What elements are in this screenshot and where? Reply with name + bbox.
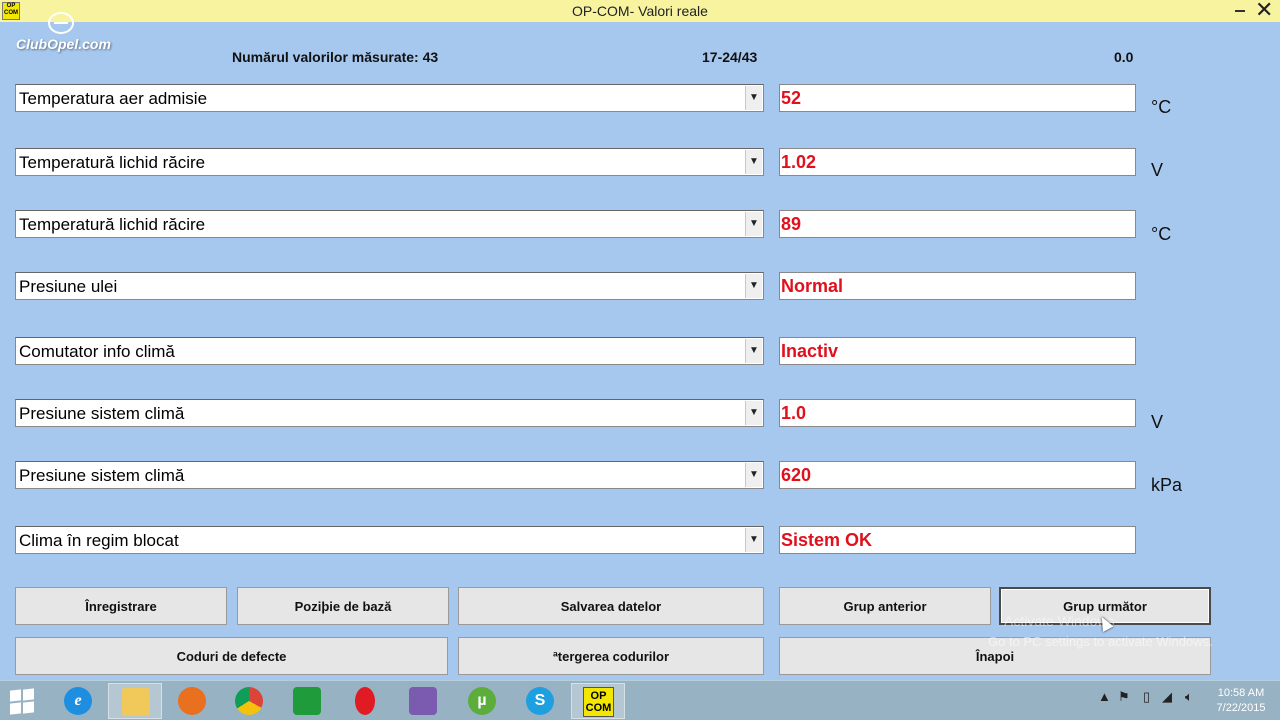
value-field-8: Sistem OK [779,526,1136,554]
save-data-button[interactable]: Salvarea datelor [458,587,764,625]
parameter-select-8[interactable]: Clima în regim blocat ▼ [15,526,764,554]
value-text: Sistem OK [781,530,873,550]
value-field-7: 620 [779,461,1136,489]
opel-logo-icon [48,12,74,34]
unit-label: V [1151,160,1164,180]
value-field-4: Normal [779,272,1136,300]
parameter-select-6[interactable]: Presiune sistem climă ▼ [15,399,764,427]
opera-icon [355,687,375,715]
value-field-2: 1.02 [779,148,1136,176]
fault-codes-button[interactable]: Coduri de defecte [15,637,448,675]
record-button[interactable]: Înregistrare [15,587,227,625]
show-hidden-icons-icon[interactable]: ▲ [1098,689,1111,704]
activate-windows-notice: Go to PC settings to activate Windows. [988,634,1213,649]
chevron-down-icon[interactable]: ▼ [745,463,762,487]
value-text: 52 [781,88,802,108]
taskbar-skype[interactable]: S [513,683,567,719]
skype-icon: S [526,687,554,715]
visual-studio-icon [409,687,437,715]
base-position-button[interactable]: Poziþie de bază [237,587,449,625]
store-icon [293,687,321,715]
value-field-6: 1.0 [779,399,1136,427]
value-text: 1.02 [781,152,817,172]
internet-explorer-icon: e [64,687,92,715]
volume-icon[interactable]: 🔈︎ [1185,689,1193,705]
taskbar-opera[interactable] [338,683,392,719]
clear-codes-button[interactable]: ªtergerea codurilor [458,637,764,675]
firefox-icon [178,687,206,715]
clock-time: 10:58 AM [1217,687,1265,699]
chevron-down-icon[interactable]: ▼ [745,401,762,425]
minimize-icon[interactable] [1235,10,1245,12]
opcom-icon-label-bottom: COM [585,702,612,714]
taskbar-visual-studio[interactable] [396,683,450,719]
measured-values-count: Numărul valorilor măsurate: 43 [232,49,439,65]
parameter-select-1[interactable]: Temperatura aer admisie ▼ [15,84,764,112]
utorrent-icon: µ [468,687,496,715]
parameter-name: Clima în regim blocat [19,531,179,550]
clock-date: 7/22/2015 [1216,702,1266,714]
taskbar-utorrent[interactable]: µ [455,683,509,719]
header-value: 0.0 [1114,49,1134,65]
start-button[interactable] [10,688,36,715]
chrome-icon [235,687,263,715]
parameter-name: Temperatură lichid răcire [19,215,206,234]
action-center-flag-icon[interactable]: ⚑ [1118,689,1130,705]
previous-group-button[interactable]: Grup anterior [779,587,991,625]
battery-icon[interactable]: ▯ [1143,689,1150,705]
taskbar: e µ S OP COM ▲ ⚑ ▯ ◢ 🔈︎ 10:58 AM 7/22/20… [0,680,1280,720]
value-field-1: 52 [779,84,1136,112]
taskbar-internet-explorer[interactable]: e [51,683,105,719]
network-icon[interactable]: ◢ [1162,689,1172,705]
unit-label: V [1151,412,1164,432]
chevron-down-icon[interactable]: ▼ [745,274,762,298]
value-text: Inactiv [781,341,839,361]
taskbar-store[interactable] [280,683,334,719]
taskbar-opcom[interactable]: OP COM [571,683,625,719]
taskbar-firefox[interactable] [165,683,219,719]
folder-icon [122,688,150,716]
chevron-down-icon[interactable]: ▼ [745,86,762,110]
chevron-down-icon[interactable]: ▼ [745,528,762,552]
parameter-name: Comutator info climă [19,342,175,361]
value-field-3: 89 [779,210,1136,238]
value-text: 620 [781,465,812,485]
parameter-name: Temperatură lichid răcire [19,153,206,172]
value-text: Normal [781,276,844,296]
parameter-name: Presiune ulei [19,277,118,296]
close-icon[interactable]: ✕ [1255,0,1273,23]
taskbar-chrome[interactable] [222,683,276,719]
parameter-select-2[interactable]: Temperatură lichid răcire ▼ [15,148,764,176]
window-title: OP-COM- Valori reale [572,3,708,19]
value-field-5: Inactiv [779,337,1136,365]
parameter-name: Temperatura aer admisie [19,89,208,108]
parameter-select-4[interactable]: Presiune ulei ▼ [15,272,764,300]
opcom-icon-label-top: OP [590,690,607,702]
parameter-select-5[interactable]: Comutator info climă ▼ [15,337,764,365]
taskbar-file-explorer[interactable] [108,683,162,719]
unit-label: °C [1151,224,1172,244]
parameter-name: Presiune sistem climă [19,466,185,485]
clock[interactable]: 10:58 AM 7/22/2015 [1212,686,1270,716]
parameter-select-7[interactable]: Presiune sistem climă ▼ [15,461,764,489]
parameter-select-3[interactable]: Temperatură lichid răcire ▼ [15,210,764,238]
unit-label: kPa [1151,475,1183,495]
chevron-down-icon[interactable]: ▼ [745,212,762,236]
chevron-down-icon[interactable]: ▼ [745,150,762,174]
title-bar: OP COM OP-COM- Valori reale ✕ [0,0,1280,22]
chevron-down-icon[interactable]: ▼ [745,339,762,363]
group-range: 17-24/43 [702,49,758,65]
value-text: 1.0 [781,403,807,423]
unit-label: °C [1151,97,1172,117]
parameter-name: Presiune sistem climă [19,404,185,423]
opcom-icon: OP COM [583,687,614,717]
clubopel-watermark: ClubOpel.com [16,36,111,52]
value-text: 89 [781,214,802,234]
